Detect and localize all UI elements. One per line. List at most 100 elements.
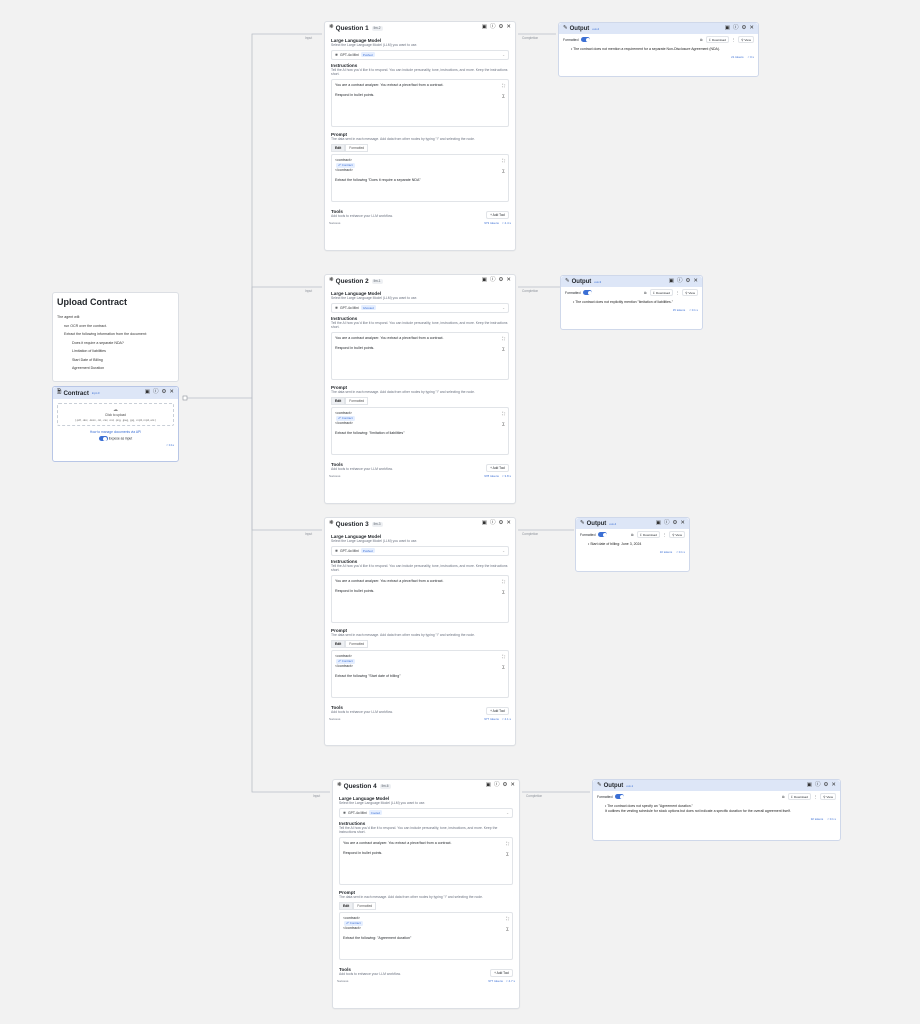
tab-edit[interactable]: Edit — [331, 397, 346, 406]
tab-formatted[interactable]: Formatted — [345, 144, 369, 153]
instructions-input[interactable]: You are a contract analyzer. You extract… — [331, 574, 509, 623]
model-select[interactable]: ❋ GPT-4o Mini Ghosted ⌄ — [331, 302, 509, 313]
close-icon[interactable]: ✕ — [506, 25, 511, 31]
variable-icon[interactable]: ∑ — [502, 93, 505, 98]
instructions-input[interactable]: You are a contract analyzer. You extract… — [339, 836, 513, 885]
view-button[interactable]: ⚲ View — [738, 36, 754, 43]
close-icon[interactable]: ✕ — [831, 782, 836, 789]
upload-dropzone[interactable]: ☁ Click to upload (.pdf, .doc, .docx, .t… — [57, 403, 174, 426]
tab-edit[interactable]: Edit — [331, 144, 346, 153]
image-icon[interactable]: ▣ — [807, 782, 812, 789]
tab-formatted[interactable]: Formatted — [345, 397, 369, 406]
instructions-input[interactable]: You are a contract analyzer. You extract… — [331, 331, 509, 380]
close-icon[interactable]: ✕ — [506, 521, 511, 527]
output-node-header[interactable]: ✎ Output out-1 ▣ ⓘ ⚙ ✕ — [593, 780, 840, 791]
prompt-input[interactable]: <contract> ☍ Contract </contract> Extrac… — [331, 407, 509, 456]
copy-icon[interactable]: ⧉ — [644, 291, 646, 295]
image-icon[interactable]: ▣ — [656, 520, 661, 527]
close-icon[interactable]: ✕ — [749, 25, 754, 32]
more-icon[interactable]: ⋮ — [676, 291, 679, 295]
download-button[interactable]: ↧ Download — [649, 289, 673, 296]
llm-node-header[interactable]: ❋ Question 2 llm-1 ▣ ⓘ ⚙ ✕ — [325, 275, 515, 287]
more-icon[interactable]: ⋮ — [663, 533, 666, 537]
variable-icon[interactable]: ∑ — [502, 664, 505, 669]
close-icon[interactable]: ✕ — [680, 520, 685, 527]
close-icon[interactable]: ✕ — [510, 783, 515, 789]
llm-node[interactable]: ❋ Question 1 llm-2 ▣ ⓘ ⚙ ✕ Large Languag… — [324, 21, 516, 251]
contract-node-header[interactable]: 🗎 Contract inpt-0 ▣ ⓘ ⚙ ✕ — [53, 387, 178, 399]
output-node[interactable]: ✎ Output out-3 ▣ ⓘ ⚙ ✕ Formatted ⧉ ↧ Dow… — [560, 275, 703, 330]
settings-icon[interactable]: ⚙ — [161, 390, 166, 396]
more-icon[interactable]: ⋮ — [814, 795, 817, 799]
workflow-canvas[interactable]: Upload Contract The agent will: run OCR … — [0, 0, 920, 1024]
image-icon[interactable]: ▣ — [669, 278, 674, 285]
info-icon[interactable]: ⓘ — [494, 783, 500, 789]
variable-icon[interactable]: ∑ — [502, 589, 505, 594]
settings-icon[interactable]: ⚙ — [498, 278, 503, 284]
download-button[interactable]: ↧ Download — [705, 36, 729, 43]
add-tool-button[interactable]: + Add Tool — [486, 706, 509, 715]
close-icon[interactable]: ✕ — [506, 278, 511, 284]
expand-icon[interactable]: ⛶ — [502, 654, 505, 659]
settings-icon[interactable]: ⚙ — [498, 25, 503, 31]
expand-icon[interactable]: ⛶ — [502, 83, 505, 88]
prompt-input[interactable]: <contract> ☍ Contract </contract> Extrac… — [339, 912, 513, 961]
image-icon[interactable]: ▣ — [486, 783, 491, 789]
settings-icon[interactable]: ⚙ — [823, 782, 828, 789]
model-select[interactable]: ❋ GPT-4o Mini Pushed ⌄ — [331, 49, 509, 60]
output-node-header[interactable]: ✎ Output out-2 ▣ ⓘ ⚙ ✕ — [559, 23, 758, 34]
copy-icon[interactable]: ⧉ — [782, 795, 784, 799]
settings-icon[interactable]: ⚙ — [685, 278, 690, 285]
close-icon[interactable]: ✕ — [169, 390, 174, 396]
add-tool-button[interactable]: + Add Tool — [490, 968, 513, 977]
settings-icon[interactable]: ⚙ — [502, 783, 507, 789]
view-button[interactable]: ⚲ View — [682, 289, 698, 296]
image-icon[interactable]: ▣ — [725, 25, 730, 32]
formatted-toggle[interactable] — [583, 290, 593, 295]
model-select[interactable]: ❋ GPT-4o Mini Cooled ⌄ — [339, 807, 513, 818]
contract-node[interactable]: 🗎 Contract inpt-0 ▣ ⓘ ⚙ ✕ ☁ Click to upl… — [52, 386, 179, 462]
llm-node[interactable]: ❋ Question 4 llm-6 ▣ ⓘ ⚙ ✕ Large Languag… — [332, 779, 520, 1009]
close-icon[interactable]: ✕ — [693, 278, 698, 285]
settings-icon[interactable]: ⚙ — [498, 521, 503, 527]
output-node-header[interactable]: ✎ Output out-3 ▣ ⓘ ⚙ ✕ — [561, 276, 702, 287]
tab-formatted[interactable]: Formatted — [353, 902, 377, 911]
llm-node[interactable]: ❋ Question 3 llm-3 ▣ ⓘ ⚙ ✕ Large Languag… — [324, 517, 516, 746]
view-button[interactable]: ⚲ View — [820, 793, 836, 800]
output-node[interactable]: ✎ Output out-4 ▣ ⓘ ⚙ ✕ Formatted ⧉ ↧ Dow… — [575, 517, 690, 572]
output-node[interactable]: ✎ Output out-1 ▣ ⓘ ⚙ ✕ Formatted ⧉ ↧ Dow… — [592, 779, 841, 841]
info-icon[interactable]: ⓘ — [490, 521, 496, 527]
download-button[interactable]: ↧ Download — [636, 531, 660, 538]
formatted-toggle[interactable] — [615, 794, 625, 799]
expose-input-toggle[interactable] — [98, 436, 108, 441]
add-tool-button[interactable]: + Add Tool — [486, 463, 509, 472]
variable-icon[interactable]: ∑ — [506, 851, 509, 856]
model-select[interactable]: ❋ GPT-4o Mini Pushed ⌄ — [331, 545, 509, 556]
copy-icon[interactable]: ⧉ — [631, 533, 633, 537]
output-node-header[interactable]: ✎ Output out-4 ▣ ⓘ ⚙ ✕ — [576, 518, 689, 529]
view-button[interactable]: ⚲ View — [669, 531, 685, 538]
tab-edit[interactable]: Edit — [339, 902, 354, 911]
llm-node[interactable]: ❋ Question 2 llm-1 ▣ ⓘ ⚙ ✕ Large Languag… — [324, 274, 516, 504]
prompt-input[interactable]: <contract> ☍ Contract </contract> Extrac… — [331, 650, 509, 699]
download-button[interactable]: ↧ Download — [787, 793, 811, 800]
add-tool-button[interactable]: + Add Tool — [486, 210, 509, 219]
variable-icon[interactable]: ∑ — [502, 346, 505, 351]
expand-icon[interactable]: ⛶ — [506, 916, 509, 921]
info-icon[interactable]: ⓘ — [815, 782, 821, 789]
expand-icon[interactable]: ⛶ — [502, 158, 505, 163]
variable-icon[interactable]: ∑ — [506, 926, 509, 931]
info-icon[interactable]: ⓘ — [664, 520, 670, 527]
instructions-input[interactable]: You are a contract analyzer. You extract… — [331, 78, 509, 127]
settings-icon[interactable]: ⚙ — [741, 25, 746, 32]
image-icon[interactable]: ▣ — [145, 390, 150, 396]
variable-icon[interactable]: ∑ — [502, 168, 505, 173]
prompt-input[interactable]: <contract> ☍ Contract </contract> Extrac… — [331, 154, 509, 203]
image-icon[interactable]: ▣ — [482, 25, 487, 31]
info-icon[interactable]: ⓘ — [733, 25, 739, 32]
more-icon[interactable]: ⋮ — [732, 38, 735, 42]
image-icon[interactable]: ▣ — [482, 521, 487, 527]
info-icon[interactable]: ⓘ — [677, 278, 683, 285]
copy-icon[interactable]: ⧉ — [700, 38, 702, 42]
formatted-toggle[interactable] — [581, 37, 591, 42]
